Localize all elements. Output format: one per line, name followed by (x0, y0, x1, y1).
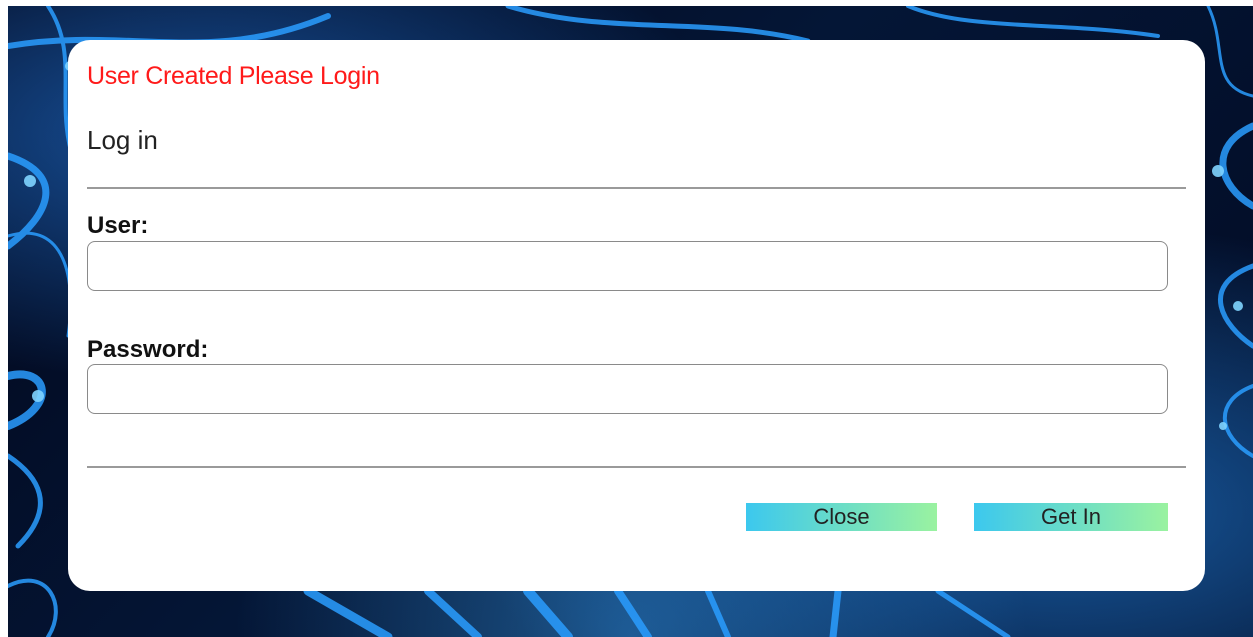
login-modal: User Created Please Login Log in User: P… (68, 40, 1205, 591)
header-divider (87, 187, 1186, 189)
password-label: Password: (87, 336, 209, 363)
user-input[interactable] (87, 241, 1168, 291)
user-created-alert: User Created Please Login (87, 62, 380, 90)
get-in-button[interactable]: Get In (974, 503, 1168, 531)
close-button[interactable]: Close (746, 503, 937, 531)
modal-title: Log in (87, 125, 158, 155)
footer-divider (87, 466, 1186, 468)
password-input[interactable] (87, 364, 1168, 414)
user-label: User: (87, 212, 149, 239)
